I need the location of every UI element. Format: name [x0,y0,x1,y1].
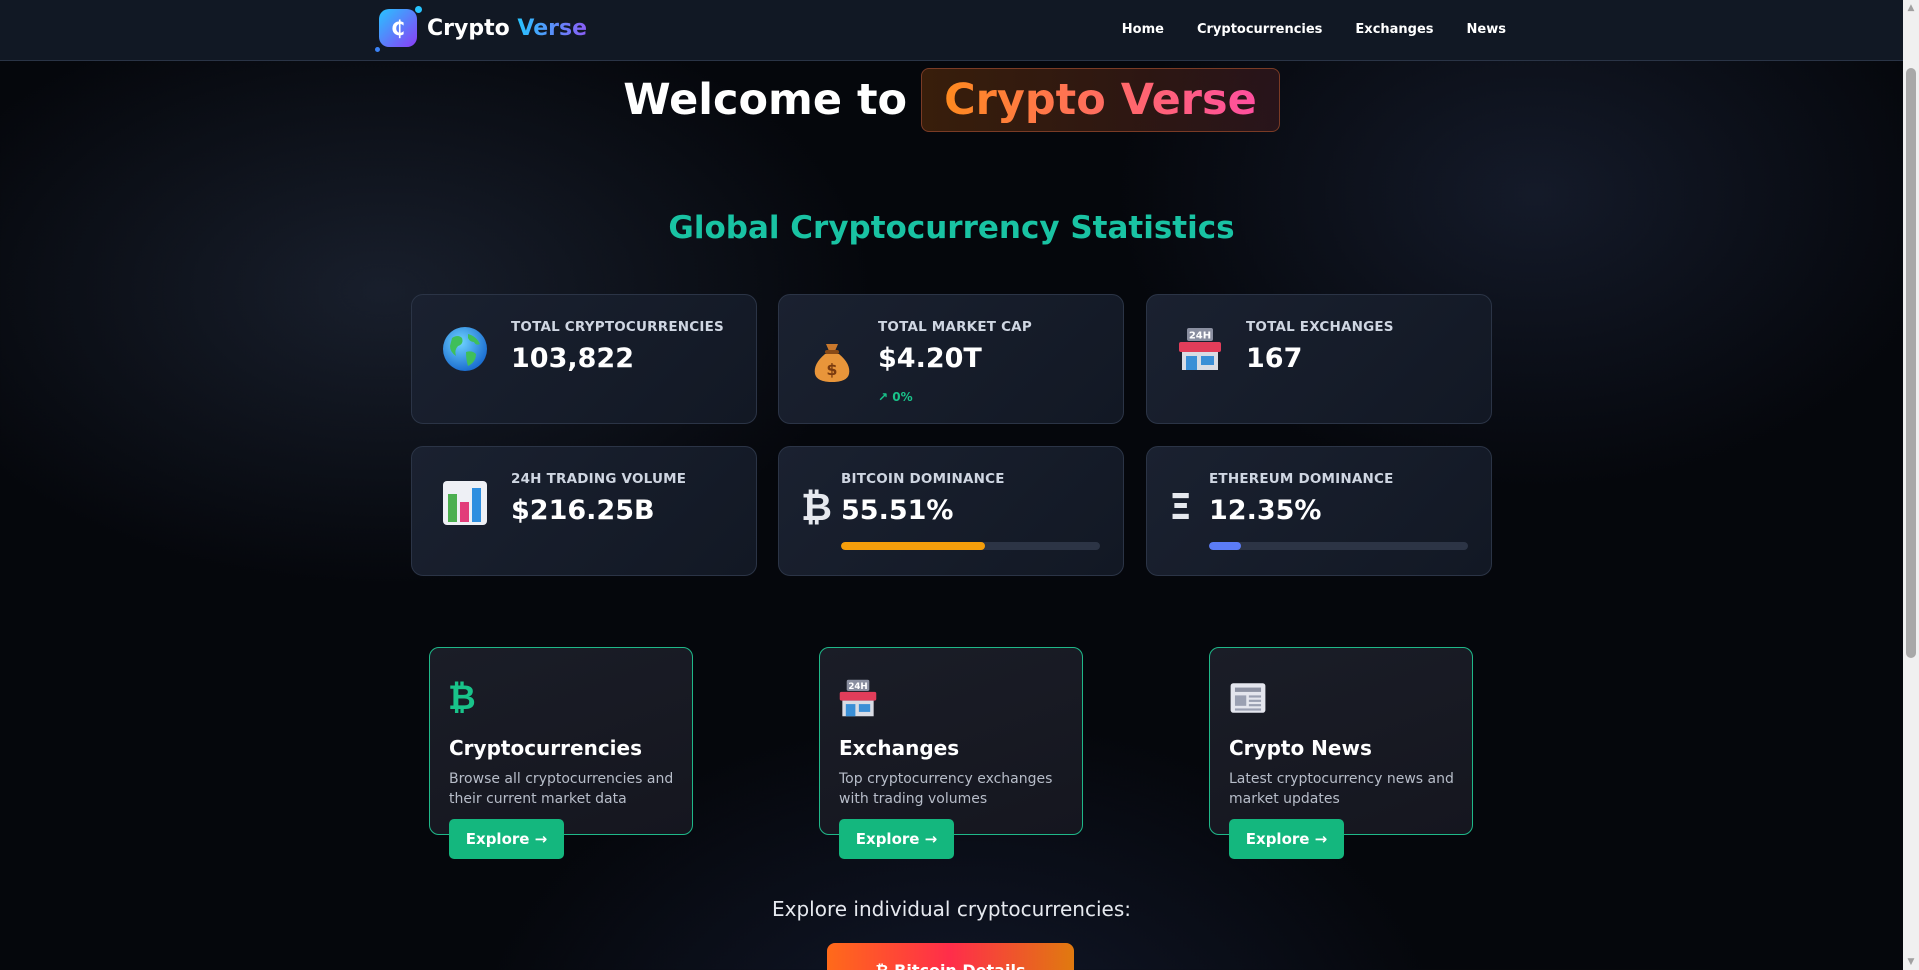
feature-title: Exchanges [839,736,960,760]
nav-link-cryptocurrencies[interactable]: Cryptocurrencies [1197,22,1322,37]
hero-brand-badge: Crypto Verse [921,68,1280,132]
exchange-store-icon: 24H [1179,328,1221,370]
stat-value: 167 [1246,343,1303,374]
bitcoin-icon: ₿ [448,678,476,718]
dominance-progress-track [1209,542,1468,550]
stat-value: 103,822 [511,343,634,374]
logo-dot-decor [415,6,422,13]
brand-logo[interactable]: ₵ Crypto Verse [375,6,587,52]
stat-value: 55.51% [841,495,954,526]
explore-news-button[interactable]: Explore → [1229,819,1344,859]
explore-exchanges-button[interactable]: Explore → [839,819,954,859]
feature-description: Top cryptocurrency exchanges with tradin… [839,771,1053,807]
scrollbar-thumb[interactable] [1906,68,1916,658]
bitcoin-details-button[interactable]: ₿ Bitcoin Details [827,943,1074,970]
money-bag-icon: $ [814,344,850,382]
stat-card-total-cryptocurrencies: TOTAL CRYPTOCURRENCIES 103,822 [411,294,757,424]
bar-chart-icon [443,481,487,525]
stat-card-ethereum-dominance: Ξ ETHEREUM DOMINANCE 12.35% [1146,446,1492,576]
stat-value: $4.20T [878,343,982,374]
brand-name-part2: Verse [517,15,587,41]
scroll-down-arrow-icon[interactable]: ▼ [1903,954,1919,970]
newspaper-icon [1230,683,1266,713]
feature-card-cryptocurrencies[interactable]: ₿ Cryptocurrencies Browse all cryptocurr… [429,647,693,835]
page-scrollbar[interactable]: ▲ ▼ [1903,0,1919,970]
stat-label: TOTAL EXCHANGES [1246,319,1394,335]
exchange-store-icon: 24H [839,679,877,717]
logo-dot-decor [375,47,380,52]
top-navbar: ₵ Crypto Verse Home Cryptocurrencies Exc… [0,0,1903,61]
ethereum-icon: Ξ [1169,487,1192,528]
stat-value: $216.25B [511,495,655,526]
brand-name-part1: Crypto [427,15,510,41]
svg-text:$: $ [826,360,837,379]
dominance-progress-track [841,542,1100,550]
dominance-progress-fill [841,542,985,550]
logo-badge-icon: ₵ [375,6,422,52]
brand-name: Crypto Verse [427,16,587,41]
logo-symbol: ₵ [391,16,405,40]
stat-label: 24H TRADING VOLUME [511,471,687,487]
stat-label: TOTAL MARKET CAP [878,319,1032,335]
stats-section-title: Global Cryptocurrency Statistics [668,210,1235,246]
stat-label: ETHEREUM DOMINANCE [1209,471,1394,487]
stat-card-trading-volume: 24H TRADING VOLUME $216.25B [411,446,757,576]
hero-brand-text: Crypto Verse [944,75,1257,125]
stat-label: TOTAL CRYPTOCURRENCIES [511,319,724,335]
scroll-up-arrow-icon[interactable]: ▲ [1903,0,1919,16]
stat-change: ↗ 0% [878,390,913,404]
nav-link-home[interactable]: Home [1122,22,1164,37]
feature-title: Crypto News [1229,736,1372,760]
stat-label: BITCOIN DOMINANCE [841,471,1005,487]
stat-value: 12.35% [1209,495,1322,526]
stat-card-total-market-cap: $ TOTAL MARKET CAP $4.20T ↗ 0% [778,294,1124,424]
explore-cryptocurrencies-button[interactable]: Explore → [449,819,564,859]
hero-heading: Welcome to Crypto Verse [0,68,1903,132]
feature-card-crypto-news[interactable]: Crypto News Latest cryptocurrency news a… [1209,647,1473,835]
hero-prefix: Welcome to [623,75,908,125]
nav-link-exchanges[interactable]: Exchanges [1355,22,1433,37]
globe-icon [443,327,487,371]
bitcoin-icon: ₿ [801,485,832,529]
feature-card-exchanges[interactable]: 24H Exchanges Top cryptocurrency exchang… [819,647,1083,835]
svg-text:24H: 24H [848,682,867,692]
explore-individual-heading: Explore individual cryptocurrencies: [772,897,1131,921]
feature-description: Browse all cryptocurrencies and their cu… [449,771,674,807]
nav-links: Home Cryptocurrencies Exchanges News [1122,22,1506,37]
stat-card-total-exchanges: 24H TOTAL EXCHANGES 167 [1146,294,1492,424]
dominance-progress-fill [1209,542,1241,550]
svg-text:24H: 24H [1189,331,1211,342]
stat-card-bitcoin-dominance: ₿ BITCOIN DOMINANCE 55.51% [778,446,1124,576]
nav-link-news[interactable]: News [1467,22,1506,37]
feature-title: Cryptocurrencies [449,736,642,760]
feature-description: Latest cryptocurrency news and market up… [1229,771,1454,807]
